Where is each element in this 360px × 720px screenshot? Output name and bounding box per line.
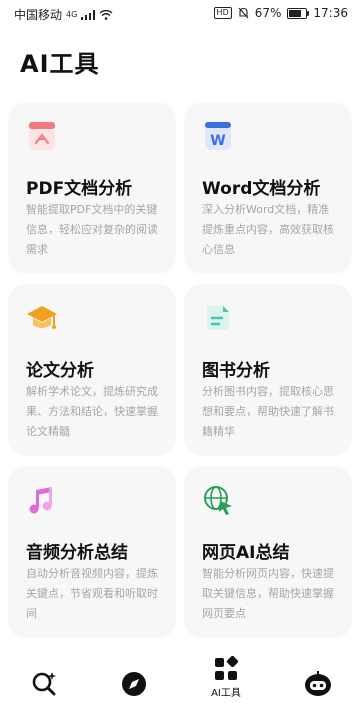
card-audio-summary[interactable]: 音频分析总结 自动分析音视频内容，提炼关键点，节省观看和听取时间 [8, 466, 176, 638]
graduation-cap-icon [27, 306, 57, 329]
document-icon [207, 306, 229, 330]
card-word-analysis[interactable]: W Word文档分析 深入分析Word文档，精准提炼重点内容，高效获取核心信息 [184, 102, 352, 274]
wifi-icon [99, 9, 113, 20]
card-description: 深入分析Word文档，精准提炼重点内容，高效获取核心信息 [202, 203, 334, 256]
nav-item-search[interactable] [14, 670, 74, 698]
card-description: 解析学术论文，提炼研究成果、方法和结论，快速掌握论文精髓 [26, 385, 158, 438]
card-web-summary[interactable]: 网页AI总结 智能分析网页内容，快速提取关键信息，帮助快速掌握网页要点 [184, 466, 352, 638]
nav-item-discover[interactable] [104, 670, 164, 698]
svg-text:W: W [210, 133, 225, 149]
card-title: 音频分析总结 [26, 543, 128, 563]
status-bar: 中国移动 4G HD 67% 17:36 [0, 0, 360, 28]
search-sparkle-icon [32, 672, 56, 696]
card-paper-analysis[interactable]: 论文分析 解析学术论文，提炼研究成果、方法和结论，快速掌握论文精髓 [8, 284, 176, 456]
pdf-icon [29, 122, 55, 150]
mute-bell-icon [238, 7, 249, 19]
compass-icon [122, 672, 146, 696]
card-book-analysis[interactable]: 图书分析 分析图书内容，提取核心思想和要点，帮助快速了解书籍精华 [184, 284, 352, 456]
signal-icon [81, 9, 96, 20]
clock: 17:36 [313, 6, 348, 20]
card-title: 网页AI总结 [202, 543, 290, 563]
music-note-icon [29, 487, 52, 514]
hd-badge: HD [213, 7, 232, 19]
card-title: PDF文档分析 [26, 179, 133, 199]
battery-icon [287, 7, 310, 19]
card-description: 分析图书内容，提取核心思想和要点，帮助快速了解书籍精华 [202, 385, 334, 438]
card-pdf-analysis[interactable]: PDF文档分析 智能提取PDF文档中的关键信息，轻松应对复杂的阅读需求 [8, 102, 176, 274]
card-title: 图书分析 [202, 361, 270, 381]
robot-avatar-icon [305, 671, 331, 696]
card-description: 智能分析网页内容，快速提取关键信息，帮助快速掌握网页要点 [202, 567, 334, 620]
nav-item-ai-tools[interactable]: AI工具 [196, 656, 256, 699]
card-description: 智能提取PDF文档中的关键信息，轻松应对复杂的阅读需求 [26, 203, 158, 256]
word-icon: W [205, 122, 231, 150]
nav-label: AI工具 [211, 688, 241, 699]
bottom-nav: AI工具 [0, 650, 360, 720]
page-title: AI工具 [20, 50, 100, 78]
card-title: 论文分析 [26, 361, 94, 381]
card-description: 自动分析音视频内容，提炼关键点，节省观看和听取时间 [26, 567, 158, 620]
nav-item-assistant[interactable] [288, 670, 348, 698]
battery-percent: 67% [254, 6, 282, 20]
apps-grid-icon [215, 656, 239, 680]
carrier-label: 中国移动 [14, 8, 63, 22]
web-cursor-icon [204, 486, 232, 515]
card-title: Word文档分析 [202, 179, 321, 199]
network-label: 4G [66, 10, 78, 19]
